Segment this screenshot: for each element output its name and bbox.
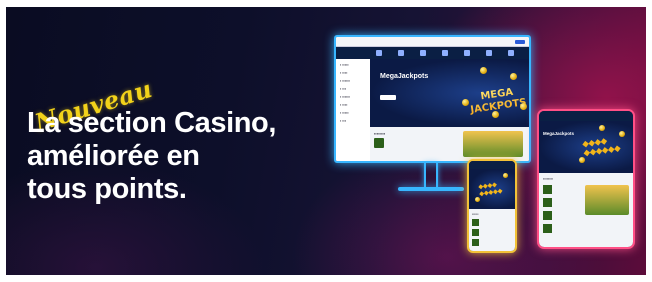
phone-nav-bar	[469, 161, 515, 169]
monitor-stand-neck	[424, 163, 438, 187]
phone-recommended-section: ▪▪▪▪▪▪	[469, 209, 515, 251]
phone-hero: ◆◆◆◆ ◆◆◆◆◆	[469, 169, 515, 209]
headline-line-1: La section Casino,	[27, 107, 277, 139]
monitor-recommended-label: ▪▪▪▪▪▪▪▪	[374, 131, 386, 136]
monitor-login-pill	[515, 40, 525, 44]
monitor-browser-bar	[336, 37, 529, 47]
phone-jackpot-logo: ◆◆◆◆ ◆◆◆◆◆	[478, 182, 503, 198]
tablet-recommended-section: ▪▪▪▪▪▪▪▪	[539, 173, 633, 247]
monitor-featured-tile	[463, 131, 523, 157]
tablet-nav-bar	[539, 111, 633, 121]
monitor-hero-title: MegaJackpots	[380, 73, 429, 80]
monitor-game-tile	[374, 138, 384, 148]
monitor-hero-button	[380, 95, 396, 100]
tablet-jackpot-logo: ◆◆◆◆ ◆◆◆◆◆◆	[581, 136, 621, 158]
tablet-featured-tile	[585, 185, 629, 215]
headline-line-3: tous points.	[27, 173, 187, 205]
monitor-hero: MegaJackpots MEGA JACKPOTS	[370, 59, 529, 127]
tablet-illustration: MegaJackpots ◆◆◆◆ ◆◆◆◆◆◆ ▪▪▪▪▪▪▪▪	[537, 109, 635, 249]
monitor-stand-base	[398, 187, 464, 191]
phone-illustration: ◆◆◆◆ ◆◆◆◆◆ ▪▪▪▪▪▪	[467, 159, 517, 253]
headline-line-2: améliorée en	[27, 140, 200, 172]
monitor-nav-bar	[336, 47, 529, 59]
desktop-monitor-illustration: ▪ ▪▪▪▪▪ ▪ ▪▪▪▪ ▪ ▪▪▪▪▪▪ ▪ ▪▪▪ ▪ ▪▪▪▪▪▪ ▪ ▪▪▪…	[334, 35, 531, 163]
promo-banner[interactable]: Nouveau La section Casino, améliorée en …	[6, 7, 646, 275]
monitor-recommended-section: ▪▪▪▪▪▪▪▪	[370, 127, 529, 161]
tablet-hero: MegaJackpots ◆◆◆◆ ◆◆◆◆◆◆	[539, 121, 633, 173]
tablet-hero-title: MegaJackpots	[543, 131, 575, 136]
monitor-sidebar: ▪ ▪▪▪▪▪ ▪ ▪▪▪▪ ▪ ▪▪▪▪▪▪ ▪ ▪▪▪ ▪ ▪▪▪▪▪▪ ▪ ▪▪▪…	[336, 59, 370, 161]
headline: La section Casino, améliorée en tous poi…	[27, 107, 276, 206]
